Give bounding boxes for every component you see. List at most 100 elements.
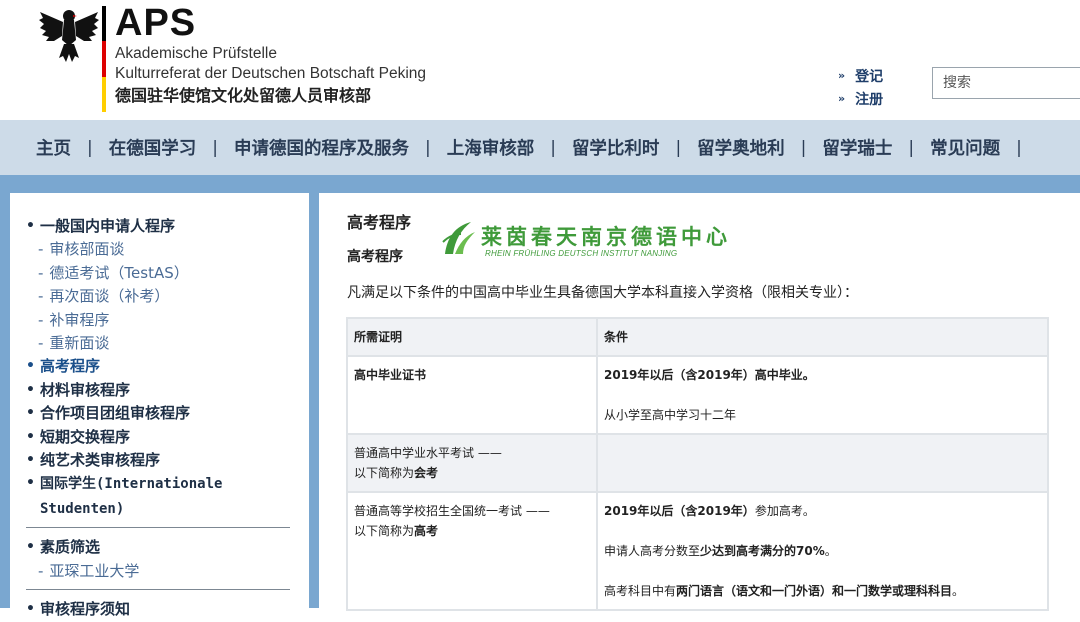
- table-cell-proof: 高中毕业证书: [346, 355, 598, 435]
- table-cell-condition: 2019年以后（含2019年）高中毕业。 从小学至高中学习十二年: [596, 355, 1049, 435]
- nav-separator: |: [908, 137, 915, 158]
- nav-shanghai-office[interactable]: 上海审核部: [447, 135, 535, 160]
- sidebar-item-international-students[interactable]: • 国际学生(Internationale Studenten): [26, 472, 309, 521]
- dash-icon: -: [38, 334, 44, 353]
- logo-title: APS: [115, 2, 197, 44]
- sidebar-divider: [26, 589, 290, 591]
- table-cell-condition: 2019年以后（含2019年）参加高考。 申请人高考分数至少达到高考满分的70%…: [596, 491, 1049, 611]
- bullet-icon: •: [26, 405, 35, 422]
- sidebar-item-label: 材料审核程序: [40, 380, 131, 399]
- requirements-table: 所需证明 条件 高中毕业证书 2019年以后（含2019年）高中毕业。 从小学至…: [346, 317, 1049, 611]
- register-link[interactable]: » 注册: [838, 87, 883, 110]
- sidebar-item-label: 合作项目团组审核程序: [40, 404, 191, 423]
- sidebar-item-review-notes[interactable]: • 审核程序须知: [26, 598, 309, 621]
- sidebar-subitem-label: 补审程序: [49, 310, 110, 329]
- nav-home[interactable]: 主页: [36, 135, 71, 160]
- proof-line: 普通高等学校招生全国统一考试 ——: [354, 504, 550, 518]
- nav-separator: |: [675, 137, 682, 158]
- bullet-icon: •: [26, 601, 35, 618]
- sidebar-subitem-supplementary-review[interactable]: - 补审程序: [26, 309, 309, 332]
- sidebar-subitem-label: 再次面谈（补考）: [49, 287, 170, 306]
- sidebar-item-label: 纯艺术类审核程序: [40, 451, 161, 470]
- sidebar-item-label-line1: 国际学生(Internationale: [40, 476, 223, 493]
- nav-study-belgium[interactable]: 留学比利时: [572, 135, 660, 160]
- bullet-icon: •: [26, 475, 35, 492]
- partner-name-cn: 莱茵春天南京德语中心: [481, 224, 731, 249]
- nav-separator: |: [212, 137, 218, 158]
- sidebar-item-general-procedure[interactable]: • 一般国内申请人程序: [26, 215, 309, 238]
- nav-study-austria[interactable]: 留学奥地利: [697, 135, 785, 160]
- proof-line: 以下简称为会考: [354, 466, 439, 480]
- sidebar-item-document-review[interactable]: • 材料审核程序: [26, 379, 309, 402]
- aps-logo[interactable]: APS Akademische Prüfstelle Kulturreferat…: [115, 2, 426, 107]
- search-input[interactable]: [932, 67, 1080, 99]
- table-cell-condition: [596, 433, 1049, 493]
- condition-line: 2019年以后（含2019年）参加高考。: [604, 504, 815, 518]
- nav-separator: |: [87, 137, 93, 158]
- partner-name-de: RHEIN FRÜHLING DEUTSCH INSTITUT NANJING: [485, 249, 678, 258]
- auth-links: » 登记 » 注册: [838, 64, 883, 110]
- double-arrow-icon: »: [838, 69, 846, 82]
- bullet-icon: •: [26, 218, 35, 234]
- section-title: 高考程序: [347, 249, 403, 265]
- bullet-icon: •: [26, 539, 35, 556]
- sidebar-item-cooperation-group[interactable]: • 合作项目团组审核程序: [26, 402, 309, 425]
- sidebar-subitem-new-interview[interactable]: - 重新面谈: [26, 332, 309, 355]
- bullet-icon: •: [26, 381, 35, 398]
- condition-line: 从小学至高中学习十二年: [604, 408, 737, 422]
- sidebar-item-label: 短期交换程序: [40, 427, 131, 446]
- table-header-condition: 条件: [596, 317, 1049, 357]
- table-row: 普通高等学校招生全国统一考试 —— 以下简称为高考 2019年以后（含2019年…: [346, 491, 1049, 611]
- condition-line: 申请人高考分数至少达到高考满分的70%。: [604, 544, 837, 558]
- sidebar-item-quality-screening[interactable]: • 素质筛选: [26, 536, 309, 559]
- condition-line: 高考科目中有两门语言（语文和一门外语）和一门数学或理科科目。: [604, 584, 965, 598]
- german-eagle-icon: [39, 10, 99, 62]
- sidebar-item-label: 高考程序: [40, 357, 101, 376]
- dash-icon: -: [38, 561, 44, 580]
- nav-separator: |: [800, 137, 807, 158]
- page-title: 高考程序: [347, 213, 412, 232]
- sidebar: • 一般国内申请人程序 - 审核部面谈 - 德适考试（TestAS） - 再次面谈（补…: [10, 193, 309, 618]
- sidebar-item-gaokao[interactable]: • 高考程序: [26, 355, 309, 378]
- sidebar-item-fine-arts[interactable]: • 纯艺术类审核程序: [26, 449, 309, 472]
- condition-line: 2019年以后（含2019年）高中毕业。: [604, 368, 815, 382]
- sidebar-subitem-rwth[interactable]: - 亚琛工业大学: [26, 560, 309, 583]
- nav-study-switzerland[interactable]: 留学瑞士: [822, 135, 892, 160]
- login-link[interactable]: » 登记: [838, 64, 883, 87]
- sidebar-subitem-reinterview[interactable]: - 再次面谈（补考）: [26, 285, 309, 308]
- sidebar-subitem-label: 重新面谈: [49, 334, 110, 353]
- bullet-icon: •: [26, 358, 35, 375]
- sidebar-item-label: 一般国内申请人程序: [40, 217, 176, 235]
- sidebar-item-label: 审核程序须知: [40, 600, 131, 619]
- double-arrow-icon: »: [838, 92, 846, 105]
- nav-separator: |: [1016, 137, 1022, 158]
- proof-line: 普通高中学业水平考试 ——: [354, 446, 502, 460]
- sidebar-item-short-exchange[interactable]: • 短期交换程序: [26, 426, 309, 449]
- leaf-logo-icon: [442, 222, 475, 254]
- main-nav: 主页 | 在德国学习 | 申请德国的程序及服务 | 上海审核部 | 留学比利时 …: [0, 120, 1080, 175]
- site-header: APS Akademische Prüfstelle Kulturreferat…: [0, 0, 1080, 120]
- nav-faq[interactable]: 常见问题: [930, 135, 1000, 160]
- nav-separator: |: [424, 137, 431, 158]
- logo-subtitle-de1: Akademische Prüfstelle: [115, 45, 277, 62]
- sidebar-subitem-label: 德适考试（TestAS）: [49, 263, 189, 282]
- table-cell-proof: 普通高中学业水平考试 —— 以下简称为会考: [346, 433, 598, 493]
- bullet-icon: •: [26, 452, 35, 469]
- main-content: 高考程序 高考程序 莱茵春天南京德语中心 RHEIN FRÜHLING DEUT…: [319, 193, 1080, 611]
- login-label: 登记: [855, 68, 884, 85]
- sidebar-item-label: 素质筛选: [40, 538, 101, 557]
- table-header-row: 所需证明 条件: [346, 317, 1049, 357]
- dash-icon: -: [38, 287, 44, 306]
- nav-study-in-germany[interactable]: 在德国学习: [109, 135, 197, 160]
- sidebar-subitem-testas[interactable]: - 德适考试（TestAS）: [26, 262, 309, 285]
- partner-watermark-logo: 莱茵春天南京德语中心 RHEIN FRÜHLING DEUTSCH INSTIT…: [441, 220, 727, 260]
- sidebar-subitem-label: 亚琛工业大学: [49, 561, 140, 580]
- sidebar-subitem-label: 审核部面谈: [49, 240, 125, 259]
- table-row: 普通高中学业水平考试 —— 以下简称为会考: [346, 433, 1049, 493]
- register-label: 注册: [855, 91, 884, 108]
- dash-icon: -: [38, 263, 44, 282]
- nav-procedures-services[interactable]: 申请德国的程序及服务: [234, 135, 409, 160]
- sidebar-subitem-interview[interactable]: - 审核部面谈: [26, 238, 309, 261]
- dash-icon: -: [38, 310, 44, 329]
- sidebar-divider: [26, 527, 290, 529]
